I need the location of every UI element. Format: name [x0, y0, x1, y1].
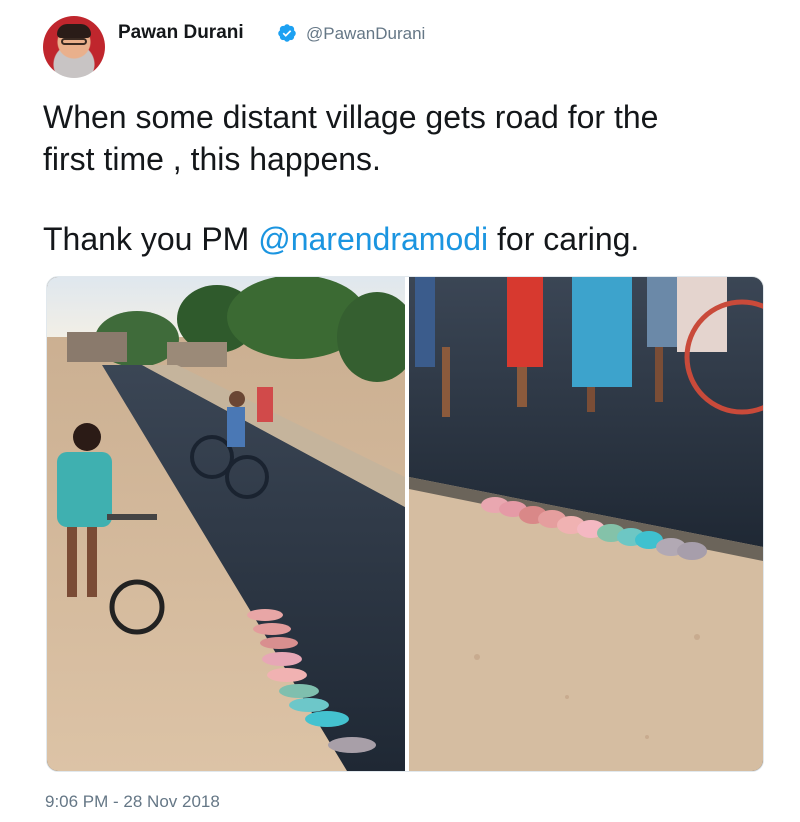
tweet-line-2: first time , this happens.	[43, 141, 381, 177]
thanks-prefix: Thank you PM	[43, 221, 259, 257]
tweet-timestamp[interactable]: 9:06 PM - 28 Nov 2018	[45, 792, 220, 812]
tweet-line-3: Thank you PM @narendramodi for caring.	[43, 218, 763, 260]
author-handle[interactable]: @PawanDurani	[306, 24, 425, 44]
avatar-hair	[57, 24, 91, 38]
tweet-line-1: When some distant village gets road for …	[43, 99, 659, 135]
tweet-text: When some distant village gets road for …	[43, 96, 763, 260]
right-photo	[409, 277, 763, 771]
media-photos	[47, 277, 763, 771]
verified-badge-icon	[278, 24, 296, 42]
author-avatar[interactable]	[43, 16, 105, 78]
mention-link[interactable]: @narendramodi	[258, 221, 488, 257]
avatar-glasses	[61, 38, 87, 45]
thanks-suffix: for caring.	[488, 221, 640, 257]
author-name[interactable]: Pawan Durani	[118, 22, 244, 44]
left-photo	[47, 277, 417, 771]
tweet-media[interactable]	[46, 276, 764, 772]
